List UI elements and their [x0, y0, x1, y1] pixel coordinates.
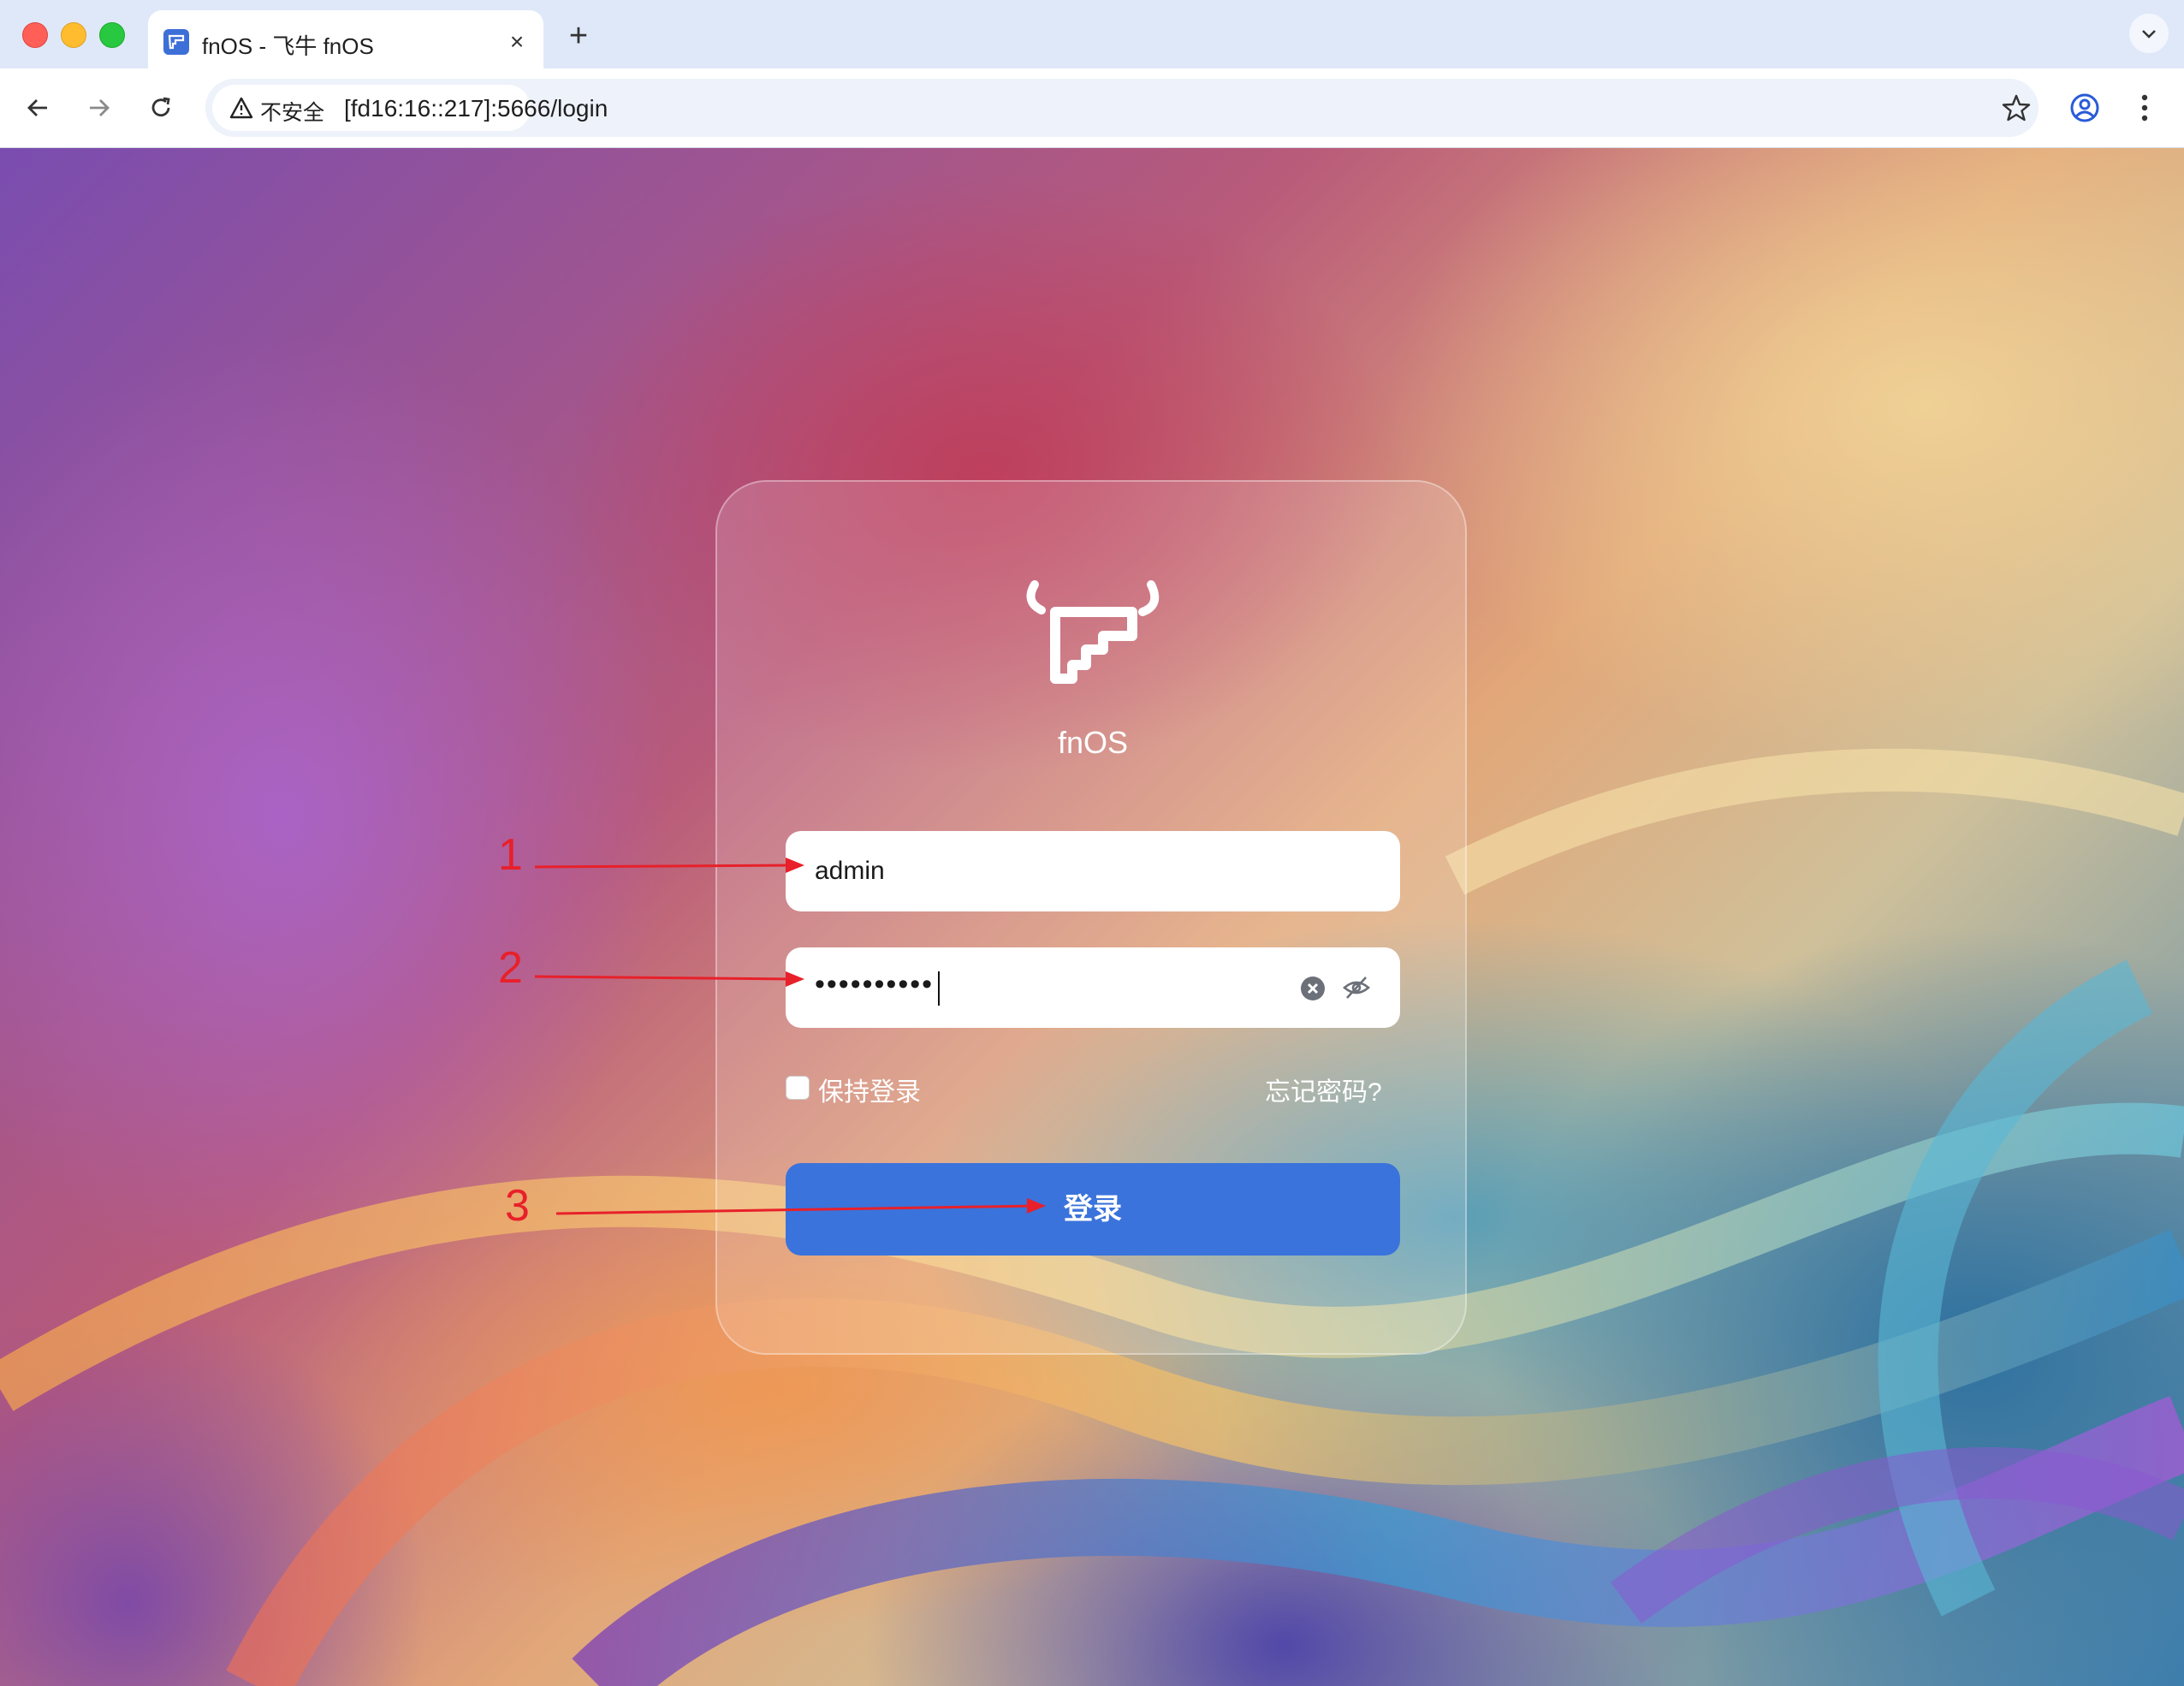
- profile-icon[interactable]: [2068, 91, 2102, 125]
- browser-tab-active[interactable]: fnOS - 飞牛 fnOS ×: [148, 10, 543, 68]
- tab-search-chevron-down-icon[interactable]: [2129, 14, 2169, 53]
- remember-checkbox[interactable]: [786, 1076, 810, 1100]
- fnos-favicon-icon: [163, 29, 189, 55]
- address-bar[interactable]: 不安全 [fd16:16::217]:5666/login: [205, 79, 2039, 137]
- text-caret: [938, 971, 940, 1006]
- hide-password-eye-icon[interactable]: [1342, 974, 1371, 1001]
- clear-icon[interactable]: [1299, 975, 1326, 1002]
- brand-name: fnOS: [1057, 725, 1129, 760]
- minimize-window-button[interactable]: [61, 22, 86, 48]
- tab-close-icon[interactable]: ×: [502, 27, 531, 56]
- forward-icon[interactable]: [79, 87, 120, 128]
- maximize-window-button[interactable]: [99, 22, 125, 48]
- url-text[interactable]: [fd16:16::217]:5666/login: [344, 95, 608, 122]
- close-window-button[interactable]: [22, 22, 48, 48]
- password-value: ••••••••••: [815, 968, 935, 1000]
- forgot-password-link[interactable]: 忘记密码?: [1265, 1071, 1382, 1108]
- browser-tab-strip: fnOS - 飞牛 fnOS × +: [0, 0, 2184, 68]
- tab-title: fnOS - 飞牛 fnOS: [202, 33, 374, 59]
- fnos-bull-logo-icon: [1026, 580, 1160, 684]
- login-button[interactable]: 登录: [786, 1163, 1400, 1256]
- login-card: fnOS admin •••••••••• 保持登录 忘记密码? 登录: [715, 480, 1467, 1355]
- annotation-number: 2: [498, 943, 523, 993]
- password-input[interactable]: ••••••••••: [786, 947, 1400, 1028]
- menu-icon[interactable]: [2134, 91, 2155, 125]
- reload-icon[interactable]: [140, 87, 181, 128]
- bookmark-star-icon[interactable]: [2001, 92, 2032, 123]
- new-tab-button[interactable]: +: [560, 17, 597, 55]
- annotation-number: 1: [498, 830, 523, 880]
- login-page-background: fnOS admin •••••••••• 保持登录 忘记密码? 登录 1 2 …: [0, 148, 2184, 1686]
- annotation-number: 3: [505, 1181, 530, 1231]
- remember-label: 保持登录: [818, 1078, 921, 1107]
- warning-icon: [229, 97, 253, 119]
- remember-login[interactable]: 保持登录: [786, 1071, 957, 1107]
- back-icon[interactable]: [17, 87, 58, 128]
- browser-toolbar: 不安全 [fd16:16::217]:5666/login: [0, 68, 2184, 148]
- username-value: admin: [815, 857, 885, 885]
- username-input[interactable]: admin: [786, 831, 1400, 911]
- security-label: 不安全: [260, 101, 325, 125]
